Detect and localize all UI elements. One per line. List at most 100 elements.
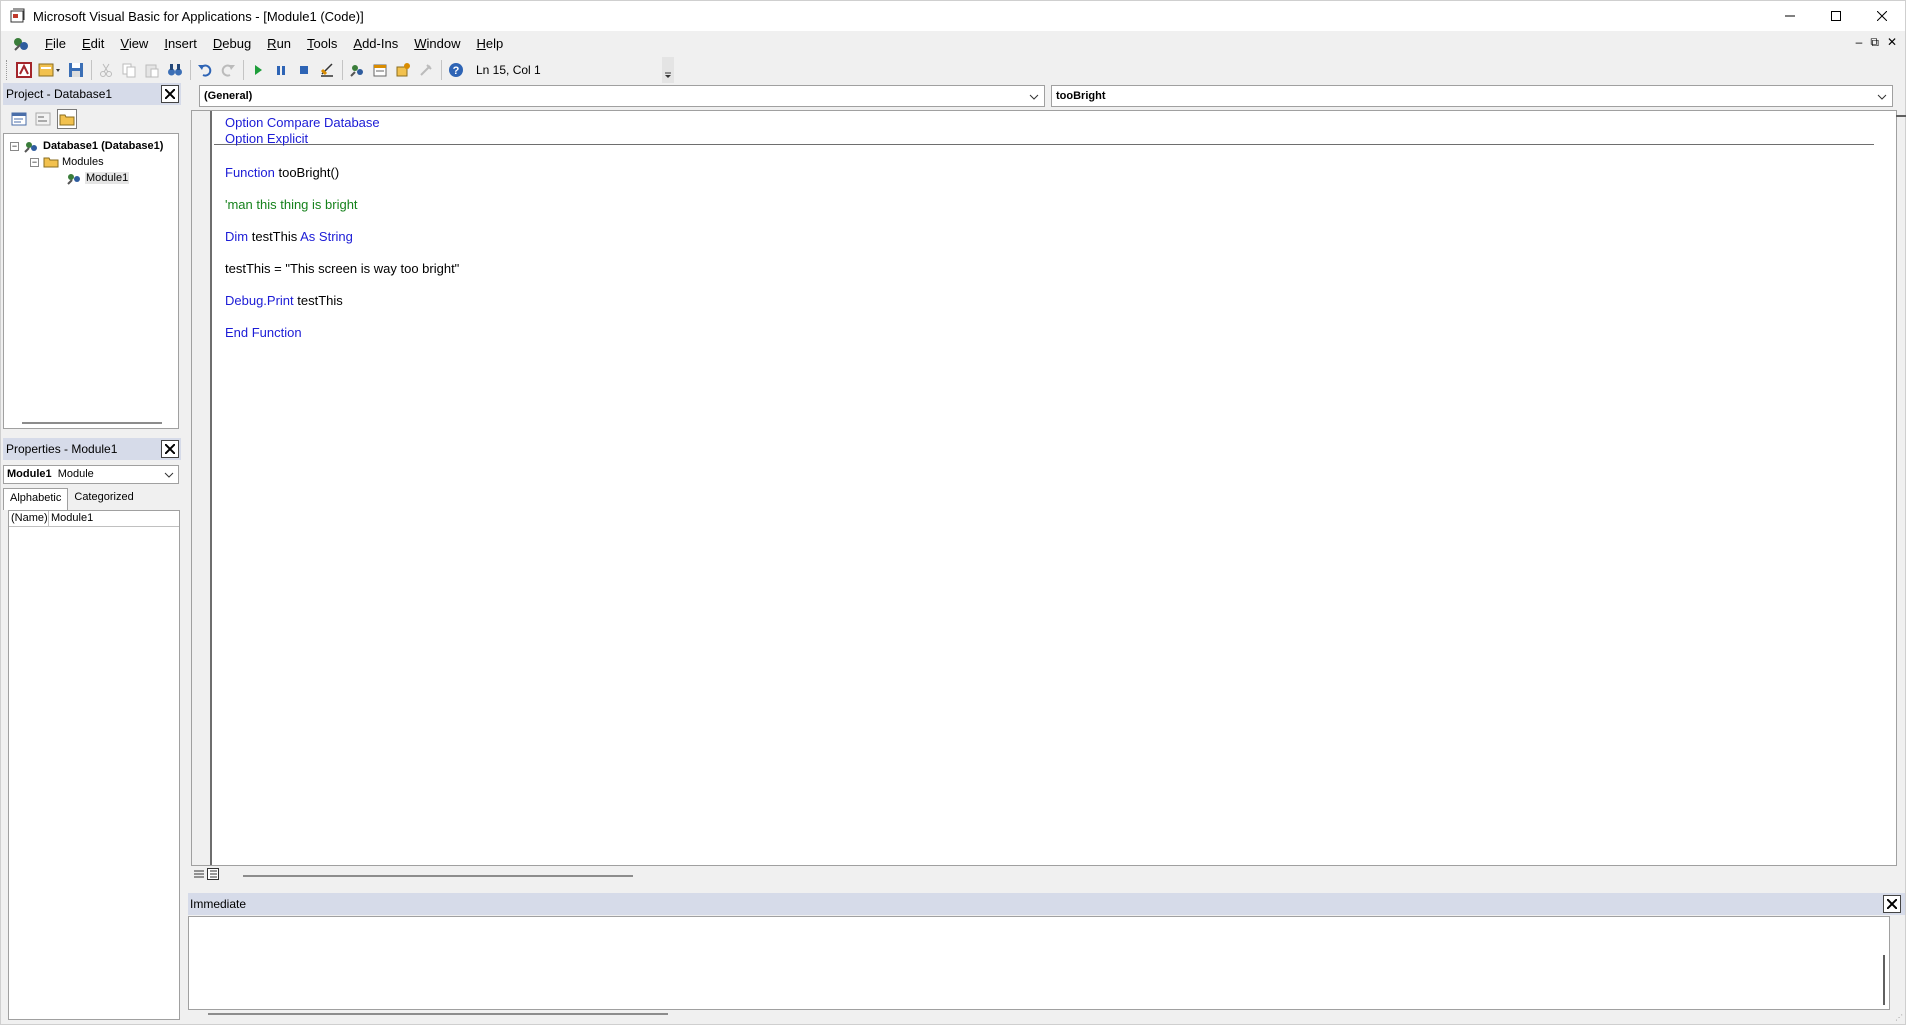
menu-window[interactable]: Window (406, 33, 468, 55)
close-window-button[interactable] (1859, 1, 1905, 31)
procedure-combo[interactable]: tooBright (1051, 85, 1893, 107)
code-text: testThis (293, 293, 343, 308)
code-line[interactable] (225, 147, 459, 163)
code-vertical-scrollbar[interactable] (1894, 111, 1906, 865)
code-window: (General) tooBright Option Compare Datab… (191, 83, 1906, 893)
design-mode-button[interactable] (316, 59, 338, 81)
access-icon (16, 62, 32, 78)
collapse-icon[interactable]: − (30, 157, 39, 167)
cut-button[interactable] (95, 59, 117, 81)
procedure-view-icon[interactable] (193, 868, 205, 880)
break-button[interactable] (270, 59, 292, 81)
object-combo[interactable]: (General) (199, 85, 1045, 107)
menu-debug[interactable]: Debug (205, 33, 259, 55)
immediate-vertical-scrollbar[interactable] (1883, 955, 1885, 1005)
menu-help[interactable]: Help (468, 33, 511, 55)
find-button[interactable] (164, 59, 186, 81)
reset-button[interactable] (293, 59, 315, 81)
object-select[interactable]: Module1 Module (3, 465, 179, 484)
code-line[interactable]: Function tooBright() (225, 165, 459, 181)
toolbar-grip[interactable] (6, 60, 9, 80)
help-icon: ? (449, 63, 463, 77)
run-button[interactable] (247, 59, 269, 81)
mdi-close-icon[interactable]: ✕ (1887, 35, 1897, 50)
menu-add-ins[interactable]: Add-Ins (345, 33, 406, 55)
code-line[interactable]: Debug.Print testThis (225, 293, 459, 309)
maximize-button[interactable] (1813, 1, 1859, 31)
tab-categorized[interactable]: Categorized (68, 488, 139, 510)
svg-text:?: ? (453, 65, 460, 77)
tree-horizontal-scrollbar[interactable] (22, 422, 162, 424)
tab-alphabetic[interactable]: Alphabetic (3, 488, 69, 510)
close-project-explorer-button[interactable] (161, 85, 179, 103)
tree-node-database[interactable]: − Database1 (Database1) (10, 138, 163, 154)
save-button[interactable] (65, 59, 87, 81)
collapse-icon[interactable]: − (10, 141, 19, 151)
toolbar-options-button[interactable] (662, 57, 674, 83)
project-explorer-button[interactable] (346, 59, 368, 81)
code-horizontal-scrollbar[interactable] (243, 875, 633, 877)
close-immediate-button[interactable] (1883, 895, 1901, 913)
copy-button[interactable] (118, 59, 140, 81)
menu-insert[interactable]: Insert (156, 33, 205, 55)
full-module-view-icon[interactable] (207, 868, 219, 880)
insert-module-button[interactable] (36, 59, 64, 81)
code-line[interactable] (225, 277, 459, 293)
undo-button[interactable] (194, 59, 216, 81)
object-browser-button[interactable] (392, 59, 414, 81)
view-object-button[interactable] (33, 109, 53, 129)
folder-icon (59, 114, 75, 126)
code-lines[interactable]: Option Compare Database Option Explicit Fu… (225, 115, 459, 341)
menu-edit[interactable]: Edit (74, 33, 112, 55)
menu-run[interactable]: Run (259, 33, 299, 55)
pane-splitter[interactable] (181, 83, 189, 1024)
code-editor[interactable]: Option Compare Database Option Explicit Fu… (191, 110, 1906, 866)
help-button[interactable]: ? (445, 59, 467, 81)
menu-accelerator: F (45, 36, 53, 51)
resize-grip-icon[interactable]: ⋰ (1895, 1013, 1903, 1022)
code-line[interactable]: testThis = "This screen is way too brigh… (225, 261, 459, 277)
mdi-restore-icon[interactable]: ⧉ (1870, 35, 1879, 50)
minimize-button[interactable] (1767, 1, 1813, 31)
menu-view[interactable]: View (112, 33, 156, 55)
properties-window-button[interactable] (369, 59, 391, 81)
vba-editor-window: Microsoft Visual Basic for Applications … (0, 0, 1906, 1025)
code-line[interactable] (225, 213, 459, 229)
code-keyword: Function (225, 165, 275, 180)
menu-file[interactable]: File (37, 33, 74, 55)
property-value[interactable]: Module1 (49, 511, 93, 526)
view-access-button[interactable] (13, 59, 35, 81)
immediate-horizontal-scrollbar[interactable] (208, 1013, 668, 1015)
mdi-minimize-icon[interactable]: – (1856, 35, 1863, 50)
toggle-folders-button[interactable] (57, 109, 77, 129)
code-line[interactable] (225, 245, 459, 261)
menu-tools[interactable]: Tools (299, 33, 345, 55)
code-text: tooBright() (274, 165, 340, 180)
window-controls (1767, 1, 1905, 31)
property-row[interactable]: (Name) Module1 (9, 511, 179, 527)
code-line[interactable] (225, 181, 459, 197)
menu-accelerator: A (353, 36, 363, 51)
vba-project-icon (24, 142, 37, 153)
code-line[interactable]: Option Explicit (225, 131, 459, 147)
view-code-button[interactable] (9, 109, 29, 129)
close-properties-button[interactable] (161, 440, 179, 458)
tree-node-modules[interactable]: − Modules (30, 154, 104, 170)
margin-indicator-bar[interactable] (192, 111, 212, 865)
redo-button[interactable] (217, 59, 239, 81)
tree-node-module1[interactable]: Module1 (66, 170, 130, 186)
immediate-input[interactable] (188, 916, 1890, 1010)
cursor-position-readout: Ln 15, Col 1 (476, 63, 541, 77)
paste-button[interactable] (141, 59, 163, 81)
code-line[interactable]: End Function (225, 325, 459, 341)
code-line[interactable]: Option Compare Database (225, 115, 459, 131)
code-line[interactable]: Dim testThis As String (225, 229, 459, 245)
procedure-combo-value: tooBright (1056, 90, 1106, 102)
toolbox-button[interactable] (415, 59, 437, 81)
scroll-thumb[interactable] (1896, 115, 1906, 117)
vba-project-icon[interactable] (11, 34, 31, 54)
menu-label-rest: dit (90, 36, 105, 51)
code-line[interactable] (225, 309, 459, 325)
code-line[interactable]: 'man this thing is bright (225, 197, 459, 213)
maximize-icon (1831, 11, 1841, 21)
